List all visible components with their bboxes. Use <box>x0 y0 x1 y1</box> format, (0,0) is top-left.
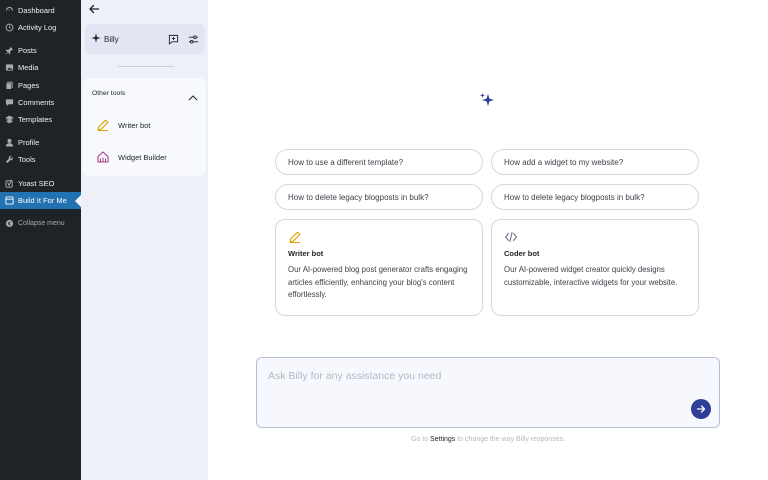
menu-item-media[interactable]: Media <box>0 59 81 76</box>
card-title: Writer bot <box>288 249 324 258</box>
menu-item-label: Collapse menu <box>18 220 65 227</box>
footer-suffix: to change the way Billy responses. <box>455 436 566 443</box>
menu-item-dashboard[interactable]: Dashboard <box>0 2 81 19</box>
new-chat-icon <box>168 34 178 45</box>
pin-icon <box>5 46 14 55</box>
build-icon <box>5 196 14 205</box>
menu-item-profile[interactable]: Profile <box>0 134 81 151</box>
billy-header: Billy <box>85 24 205 54</box>
sparkle-icon <box>479 92 495 108</box>
widget-icon <box>96 150 110 164</box>
templates-icon <box>5 115 14 124</box>
arrow-right-icon <box>696 405 706 413</box>
card-coder-bot[interactable]: Coder bot Our AI-powered widget creator … <box>491 219 699 316</box>
menu-item-label: Tools <box>18 155 36 164</box>
card-description: Our AI-powered blog post generator craft… <box>288 265 468 299</box>
user-icon <box>5 138 14 147</box>
divider <box>118 66 174 67</box>
menu-item-label: Templates <box>18 115 53 124</box>
menu-item-templates[interactable]: Templates <box>0 111 81 128</box>
menu-item-comments[interactable]: Comments <box>0 94 81 111</box>
tool-label: Writer bot <box>118 120 151 130</box>
card-description: Our AI-powered widget creator quickly de… <box>504 265 678 287</box>
chat-main: How to use a different template? How add… <box>208 0 768 480</box>
collapse-icon <box>5 219 14 228</box>
menu-item-label: Comments <box>18 98 55 107</box>
comment-icon <box>5 98 14 107</box>
menu-collapse[interactable]: Collapse menu <box>0 215 81 232</box>
card-writer-bot[interactable]: Writer bot Our AI-powered blog post gene… <box>275 219 483 316</box>
menu-item-build-it-for-me[interactable]: Build It For Me <box>0 192 81 209</box>
media-icon <box>5 63 14 72</box>
menu-item-label: Activity Log <box>18 23 57 32</box>
send-button[interactable] <box>691 399 711 419</box>
settings-link[interactable]: Settings <box>430 436 455 443</box>
tool-widget-builder[interactable]: Widget Builder <box>96 149 167 165</box>
yoast-icon <box>5 179 14 188</box>
menu-item-label: Profile <box>18 138 40 147</box>
footer-prefix: Go to <box>410 436 431 443</box>
menu-item-tools[interactable]: Tools <box>0 151 81 168</box>
menu-item-label: Build It For Me <box>18 196 67 205</box>
tool-label: Widget Builder <box>118 152 167 162</box>
sparkle-icon <box>91 32 101 46</box>
menu-item-label: Pages <box>18 81 40 90</box>
code-icon <box>504 230 518 244</box>
menu-item-label: Yoast SEO <box>18 179 55 188</box>
pages-icon <box>5 81 14 90</box>
suggestion-chip[interactable]: How to use a different template? <box>275 149 483 175</box>
wrench-icon <box>5 155 14 164</box>
other-tools-heading: Other tools <box>92 90 126 97</box>
menu-item-label: Dashboard <box>18 6 55 15</box>
menu-item-posts[interactable]: Posts <box>0 42 81 59</box>
billy-title: Billy <box>104 34 119 44</box>
history-icon <box>5 23 14 32</box>
chat-input-box <box>256 357 720 428</box>
new-chat-button[interactable] <box>167 33 179 45</box>
menu-item-activity-log[interactable]: Activity Log <box>0 19 81 36</box>
settings-sliders-button[interactable] <box>187 33 199 45</box>
pencil-icon <box>96 118 110 132</box>
chevron-up-icon[interactable] <box>188 89 198 101</box>
chat-input[interactable] <box>268 368 668 384</box>
menu-item-label: Media <box>18 63 39 72</box>
suggestion-chip[interactable]: How to delete legacy blogposts in bulk? <box>275 184 483 210</box>
menu-item-label: Posts <box>18 46 37 55</box>
dashboard-icon <box>5 6 14 15</box>
menu-item-pages[interactable]: Pages <box>0 77 81 94</box>
card-title: Coder bot <box>504 249 540 258</box>
tool-writer-bot[interactable]: Writer bot <box>96 117 150 133</box>
back-arrow-icon[interactable] <box>88 3 102 15</box>
suggestion-chip[interactable]: How to delete legacy blogposts in bulk? <box>491 184 699 210</box>
billy-panel: Billy Other tools Writer bot Widget Buil… <box>81 0 208 480</box>
menu-item-yoast-seo[interactable]: Yoast SEO <box>0 175 81 192</box>
other-tools-section: Other tools Writer bot Widget Builder <box>83 78 206 176</box>
wp-admin-menu: Dashboard Activity Log Posts Media Pages… <box>0 0 81 480</box>
sliders-icon <box>188 34 198 44</box>
pencil-icon <box>288 230 302 244</box>
suggestion-chip[interactable]: How add a widget to my website? <box>491 149 699 175</box>
footer-note: Go to Settings to change the way Billy r… <box>208 436 768 443</box>
